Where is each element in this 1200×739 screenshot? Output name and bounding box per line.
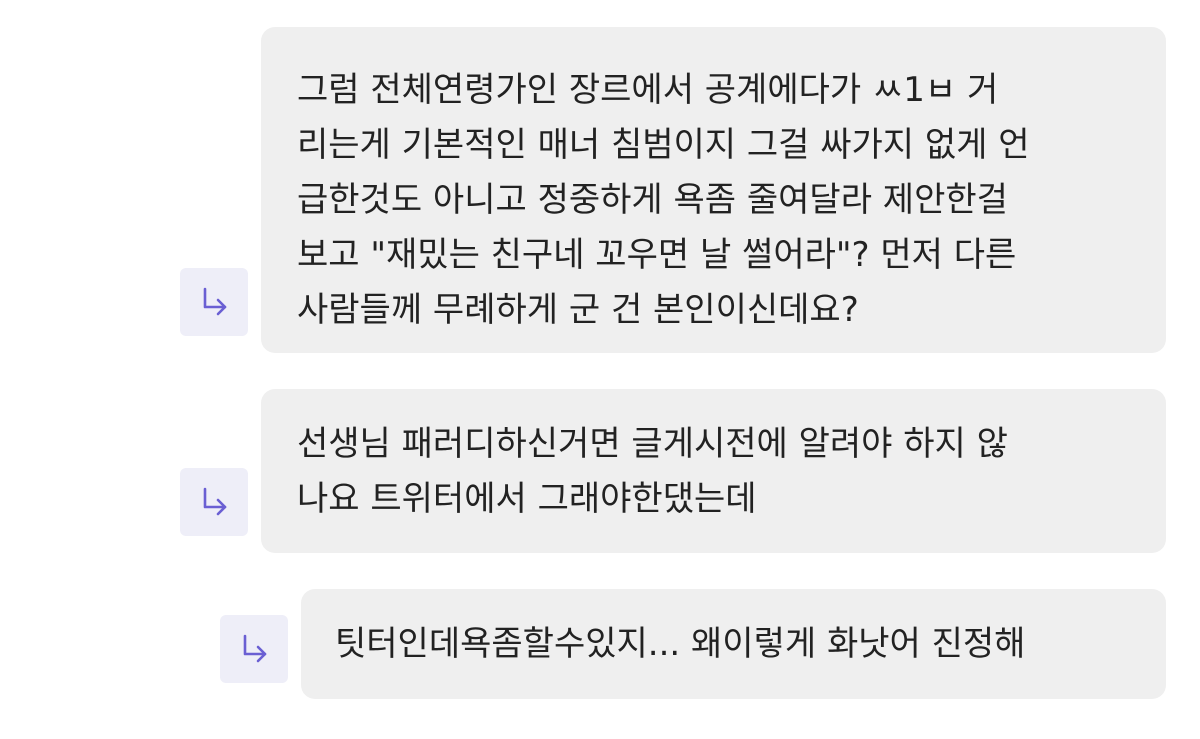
reply-bubble[interactable]: 선생님 패러디하신거면 글게시전에 알려야 하지 않 나요 트위터에서 그래야한… (261, 389, 1166, 553)
reply-text-line: 보고 "재밌는 친구네 꼬우면 날 썰어라"? 먼저 다른 (297, 235, 1017, 275)
reply-bubble[interactable]: 팃터인데욕좀할수있지... 왜이렇게 화낫어 진정해 (301, 589, 1166, 699)
reply-text-line: 선생님 패러디하신거면 글게시전에 알려야 하지 않 (297, 424, 1008, 464)
reply-text-line: 팃터인데욕좀할수있지... 왜이렇게 화낫어 진정해 (335, 624, 1026, 664)
reply-bubble[interactable]: 그럼 전체연령가인 장르에서 공계에다가 ㅆ1ㅂ 거 리는게 기본적인 매너 침… (261, 27, 1166, 353)
reply-text-line: 리는게 기본적인 매너 침범이지 그걸 싸가지 없게 언 (297, 125, 1030, 165)
reply-text-line: 사람들께 무례하게 군 건 본인이신데요? (297, 290, 859, 330)
reply-text-line: 급한것도 아니고 정중하게 욕좀 줄여달라 제안한걸 (297, 180, 1008, 220)
reply-arrow-icon (220, 615, 288, 683)
reply-text-line: 그럼 전체연령가인 장르에서 공계에다가 ㅆ1ㅂ 거 (297, 70, 999, 110)
reply-arrow-icon (180, 268, 248, 336)
reply-arrow-icon (180, 468, 248, 536)
reply-text-line: 나요 트위터에서 그래야한댔는데 (297, 479, 757, 519)
